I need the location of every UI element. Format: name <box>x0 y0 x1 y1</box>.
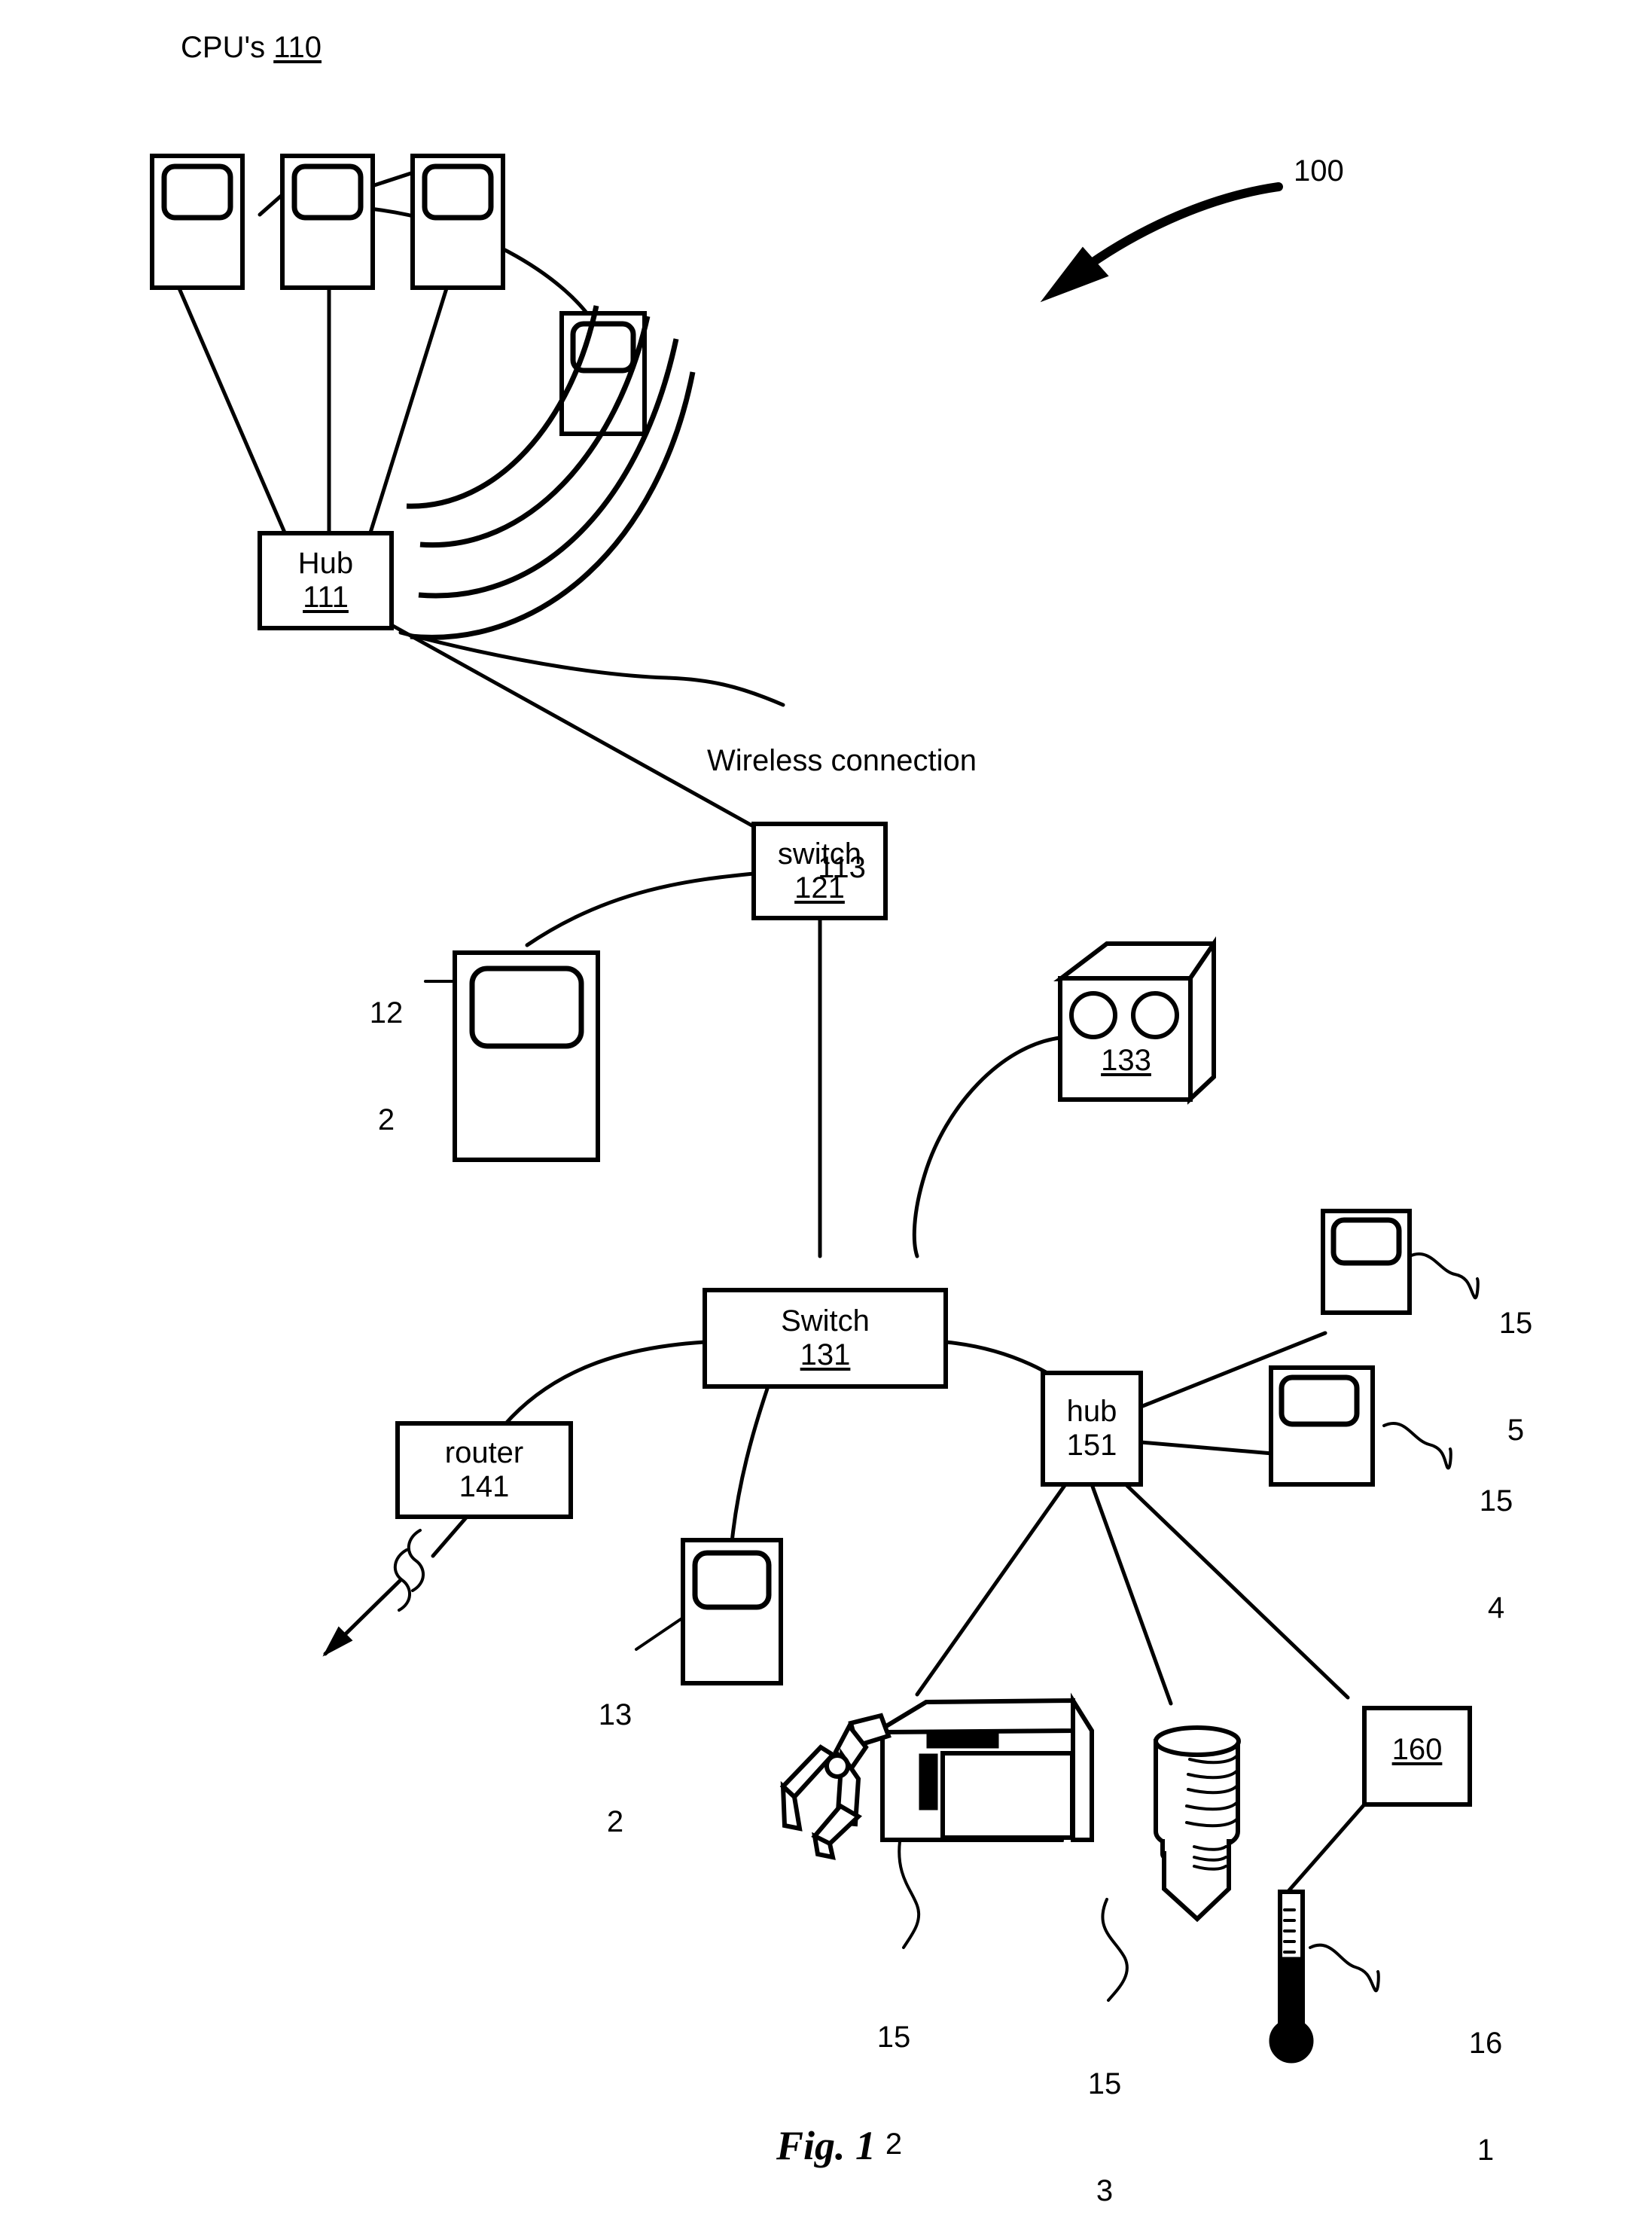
computer-icon-132 <box>681 1538 783 1685</box>
cpus-label: CPU's 110 <box>181 30 322 66</box>
computer-icon-cpu-3 <box>410 154 505 290</box>
switch-131-box[interactable] <box>703 1288 948 1389</box>
robot-152-ref: 15 2 <box>867 1949 920 2234</box>
wireless-connection-label: Wireless connection 113 <box>669 673 1015 957</box>
computer132-leader-line <box>635 1616 684 1651</box>
dispenser153-squiggle-leader <box>1101 1898 1129 2002</box>
computer155-squiggle-leader <box>1408 1252 1480 1300</box>
thermometer-161-ref-line2: 1 <box>1477 2133 1495 2167</box>
thermometer-161-ref: 16 1 <box>1459 1955 1512 2236</box>
cpu-to-hub-links <box>177 286 449 535</box>
line-break-icon <box>394 1529 425 1612</box>
switch131-to-router141-link <box>502 1340 707 1427</box>
cpus-label-text: CPU's <box>181 31 274 64</box>
system-100-arrow <box>1040 182 1283 303</box>
system-ref-100: 100 <box>1294 154 1344 188</box>
computer-122-ref: 12 2 <box>360 925 413 1210</box>
dispenser-153-ref-line2: 3 <box>1096 2173 1114 2207</box>
computer154-squiggle-leader <box>1382 1422 1452 1470</box>
hub-151-box[interactable] <box>1041 1371 1143 1487</box>
computer-132-ref-line2: 2 <box>606 1804 624 1838</box>
cpu-leader-lines <box>182 156 601 334</box>
computer-132-ref-line1: 13 <box>598 1698 632 1732</box>
robot-152-ref-line1: 15 <box>876 2021 911 2054</box>
cpus-ref: 110 <box>273 31 322 64</box>
computer-icon-cpu-2 <box>280 154 375 290</box>
computer-icon-122 <box>453 950 600 1162</box>
thermometer-icon-161 <box>1269 1890 1314 2064</box>
thermometer161-squiggle-leader <box>1309 1943 1380 1993</box>
device-133-ref: 133 <box>1101 1044 1151 1077</box>
computer-155-ref-line1: 15 <box>1498 1307 1533 1341</box>
figure-caption: Fig. 1 <box>776 2123 876 2168</box>
switch131-to-computer132-link <box>730 1384 770 1545</box>
wireless-connection-text: Wireless connection <box>707 744 977 778</box>
computer-icon-cpu-1 <box>150 154 245 290</box>
dispenser-153-ref: 15 3 <box>1078 1996 1131 2236</box>
dispenser-153-ref-line1: 15 <box>1087 2067 1122 2101</box>
computer-154-ref: 15 4 <box>1470 1413 1522 1698</box>
router-141-box[interactable] <box>395 1421 573 1519</box>
computer-154-ref-line2: 4 <box>1487 1591 1505 1624</box>
thermometer-161-ref-line1: 16 <box>1468 2027 1503 2061</box>
switch131-to-device133-link <box>912 1036 1062 1258</box>
network-diagram-svg <box>150 154 1480 2064</box>
computer-132-ref: 13 2 <box>589 1627 642 1911</box>
robot152-squiggle-leader <box>898 1840 921 1949</box>
computer-122-ref-line2: 2 <box>377 1103 395 1136</box>
hub-111-box[interactable] <box>258 531 394 630</box>
device-160-ref: 160 <box>1391 1733 1443 1766</box>
dispenser-icon-153 <box>1154 1725 1241 1923</box>
computer-icon-155 <box>1321 1209 1412 1315</box>
robot-gripper-icon-152 <box>779 1692 1094 1860</box>
computer-122-ref-line1: 12 <box>369 996 404 1030</box>
figure-page: CPU's 110 100 Hub 111 Wireless connectio… <box>0 0 1652 2236</box>
computer-154-ref-line1: 15 <box>1479 1484 1513 1518</box>
wireless-waves-icon <box>406 305 696 640</box>
router141-downstream-line-upper <box>431 1515 469 1558</box>
computer-icon-154 <box>1269 1365 1375 1487</box>
device160-to-thermometer161-link <box>1287 1802 1367 1893</box>
wireless-connection-ref: 113 <box>818 850 866 884</box>
